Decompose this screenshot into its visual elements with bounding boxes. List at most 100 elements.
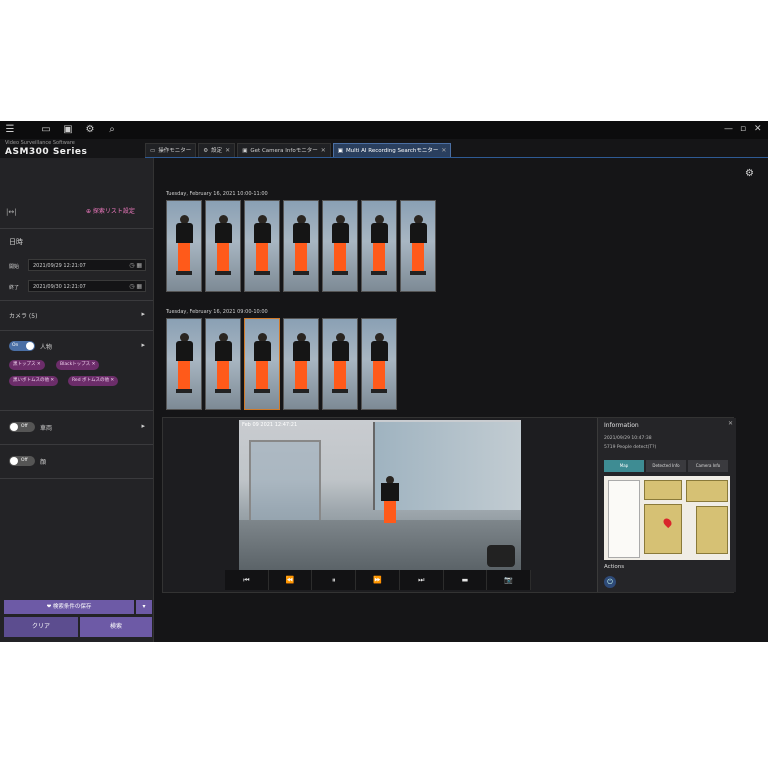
person-feet (254, 389, 270, 393)
result-thumbnail[interactable] (166, 200, 202, 292)
filter-chip[interactable]: 黒いボトムスの他 ✕ (9, 376, 59, 386)
person-feet (215, 271, 231, 275)
close-icon[interactable]: ✕ (441, 144, 446, 158)
person-feet (332, 389, 348, 393)
tab-map[interactable]: Map (604, 460, 644, 472)
result-thumbnail[interactable] (361, 318, 397, 410)
video-floor (239, 520, 521, 570)
search-button[interactable]: 検索 (80, 617, 152, 637)
close-icon[interactable]: ✕ (225, 144, 230, 158)
clear-button[interactable]: クリア (4, 617, 78, 637)
result-group-header: Tuesday, February 16, 2021 09:00-10:00 (166, 309, 268, 315)
thumbnail-row (166, 200, 436, 292)
gear-icon: ⚙ (203, 148, 209, 154)
top-bar: ☰ ▭ ▣ ⚙ ⌕ — ▫ ✕ (0, 121, 768, 139)
information-panel: Information ✕ 2021/09/29 10:47:38 5719 P… (597, 418, 736, 592)
fast-forward-button[interactable]: ⏩ (356, 570, 400, 590)
close-icon[interactable]: ✕ (728, 420, 733, 427)
result-thumbnail[interactable] (205, 200, 241, 292)
playback-controls: ⏮ ⏪ ⏸ ⏩ ⏭ ▬ 📷 (225, 570, 532, 590)
close-button[interactable]: ✕ (754, 124, 762, 134)
info-datetime: 2021/09/29 10:47:38 (604, 436, 652, 441)
filter-chip[interactable]: Red ボトムスの他 ✕ (68, 376, 119, 386)
person-torso (176, 341, 193, 361)
vehicle-toggle[interactable]: Off (9, 422, 35, 432)
search-icon[interactable]: ⌕ (106, 124, 118, 136)
chevron-down-icon[interactable]: ▾ (136, 600, 152, 614)
person-legs (334, 361, 346, 389)
tab-get-camera-info[interactable]: ▣ Get Camera Infoモニター ✕ (237, 143, 331, 158)
tab-detected-info[interactable]: Detected Info (646, 460, 686, 472)
app-window: ☰ ▭ ▣ ⚙ ⌕ — ▫ ✕ Video Surveillance Softw… (0, 121, 768, 642)
result-thumbnail[interactable] (283, 318, 319, 410)
search-panel: |↔| ⊕ 探索リスト設定 日時 開始 2021/09/29 12:21:07 ◷… (0, 158, 154, 642)
face-toggle[interactable]: Off (9, 456, 35, 466)
result-thumbnail[interactable] (400, 200, 436, 292)
chevron-right-icon[interactable]: ▸ (141, 310, 145, 318)
person-torso (293, 223, 310, 243)
close-icon[interactable]: ✕ (321, 144, 326, 158)
camera-section[interactable]: カメラ (5) ▸ (0, 300, 153, 331)
toggle-state: On (12, 343, 19, 348)
person-torso (176, 223, 193, 243)
result-thumbnail[interactable] (361, 200, 397, 292)
gear-icon[interactable]: ⚙ (84, 124, 96, 136)
thumbnail-row (166, 318, 397, 410)
tab-operation-monitor[interactable]: ▭ 操作モニター (145, 143, 197, 158)
result-thumbnail[interactable] (283, 200, 319, 292)
person-feet (371, 271, 387, 275)
maximize-button[interactable]: ▫ (740, 124, 746, 134)
person-legs (217, 361, 229, 389)
skip-end-button[interactable]: ⏭ (399, 570, 444, 590)
vehicle-label: 車両 (40, 425, 53, 432)
person-legs (412, 243, 424, 271)
person-legs (334, 243, 346, 271)
rewind-button[interactable]: ⏪ (268, 570, 313, 590)
result-thumbnail[interactable] (244, 200, 280, 292)
person-feet (176, 271, 192, 275)
person-torso (293, 341, 310, 361)
person-torso (332, 223, 349, 243)
face-section: Off 顔 (0, 444, 153, 479)
result-thumbnail[interactable] (205, 318, 241, 410)
tab-camera-info[interactable]: Camera Info (688, 460, 728, 472)
person-legs (373, 361, 385, 389)
person-torso (371, 341, 388, 361)
filter-chip[interactable]: 黒トップス ✕ (9, 360, 45, 370)
person-torso (332, 341, 349, 361)
face-label: 顔 (40, 459, 47, 466)
video-frame[interactable]: Feb 09 2021 12:47:21 (239, 420, 521, 570)
clip-button[interactable]: ▬ (443, 570, 488, 590)
filter-chip[interactable]: Blackトップス ✕ (56, 360, 100, 370)
person-feet (332, 271, 348, 275)
floor-map[interactable] (604, 476, 730, 560)
person-feet (293, 271, 309, 275)
camera-label: カメラ (5) (9, 313, 38, 320)
person-feet (215, 389, 231, 393)
skip-start-button[interactable]: ⏮ (225, 570, 269, 590)
result-thumbnail-selected[interactable] (244, 318, 280, 410)
chevron-right-icon[interactable]: ▸ (141, 341, 145, 349)
power-icon[interactable]: ⏻ (604, 576, 616, 588)
map-room (644, 504, 682, 554)
minimize-button[interactable]: — (724, 124, 733, 134)
result-thumbnail[interactable] (322, 318, 358, 410)
person-legs (256, 243, 268, 271)
pause-button[interactable]: ⏸ (312, 570, 357, 590)
monitor-icon[interactable]: ▭ (40, 124, 52, 136)
hamburger-icon[interactable]: ☰ (4, 124, 16, 136)
person-feet (176, 389, 192, 393)
result-thumbnail[interactable] (166, 318, 202, 410)
tab-multi-ai-recording-search[interactable]: ▣ Multi AI Recording Searchモニター ✕ (332, 143, 452, 158)
gear-icon[interactable]: ⚙ (745, 168, 754, 179)
screen-icon: ▣ (242, 148, 248, 154)
chevron-right-icon[interactable]: ▸ (141, 422, 145, 430)
snapshot-button[interactable]: 📷 (487, 570, 532, 590)
map-room (644, 480, 682, 500)
person-torso (215, 223, 232, 243)
tab-settings[interactable]: ⚙ 設定 ✕ (198, 143, 236, 158)
screen-icon[interactable]: ▣ (62, 124, 74, 136)
save-search-conditions-button[interactable]: ❤ 検索条件の保存 (4, 600, 134, 614)
result-thumbnail[interactable] (322, 200, 358, 292)
person-toggle[interactable]: On (9, 341, 35, 351)
